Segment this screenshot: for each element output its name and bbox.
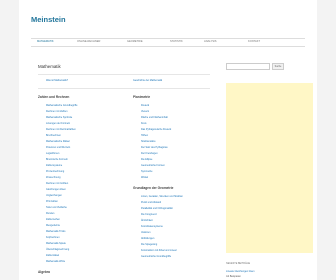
list-item[interactable]: Rechnen mit Dezimalzahlen: [46, 128, 76, 131]
list-item[interactable]: Kopfrechnen: [46, 236, 60, 239]
list-item[interactable]: Mathematische Grundbegriffe: [46, 104, 77, 107]
title-divider: [38, 74, 210, 75]
list-item[interactable]: Die Ellipse: [141, 158, 152, 161]
list-item[interactable]: Binomische Formeln: [46, 158, 68, 161]
list-item[interactable]: Linien, Geraden, Strecken und Strahlen: [141, 195, 183, 198]
list-item[interactable]: Mathematik-Spiele: [46, 242, 66, 245]
nav-item-analysis[interactable]: ANALYSIS: [204, 40, 217, 43]
list-item[interactable]: Geometrische Grundbegriffe: [141, 255, 171, 258]
sidebar-recent-title: NEUESTE BEITRÄGE: [226, 262, 251, 265]
list-item[interactable]: Konstruktion mit Zirkel und Lineal: [141, 249, 176, 252]
list-item[interactable]: Potenzen und Wurzeln: [46, 146, 70, 149]
list-item[interactable]: Parallelität und Orthogonalität: [141, 207, 173, 210]
nav-item-online-rechner[interactable]: ONLINE-RECHNER: [77, 40, 100, 43]
list-item[interactable]: Symmetrie: [141, 170, 152, 173]
list-item[interactable]: Runden: [46, 212, 54, 215]
list-item[interactable]: Rechnen mit Größen: [46, 182, 68, 185]
list-item[interactable]: Ähnlichkeit: [141, 219, 153, 222]
list-item[interactable]: Punkt und Abstand: [141, 201, 161, 204]
ad-banner[interactable]: [226, 83, 313, 253]
list-item[interactable]: Strahlensätze: [141, 140, 156, 143]
list-item[interactable]: Dreieck: [141, 104, 149, 107]
nav-item-kontakt[interactable]: KONTAKT: [248, 40, 260, 43]
list-item[interactable]: Lösungen der Formeln: [46, 122, 70, 125]
list-item[interactable]: Abbildungen: [141, 237, 154, 240]
page-title: Mathematik: [38, 64, 61, 69]
list-item[interactable]: Überschlagsrechnung: [46, 248, 69, 251]
heading-algebra: Algebra: [38, 270, 50, 274]
search-input[interactable]: [226, 63, 270, 70]
page: Meinstein MATHEMATIK ONLINE-RECHNER GEOM…: [19, 0, 317, 280]
list-item[interactable]: Primzahlen: [46, 200, 58, 203]
nav-item-geometrie[interactable]: GEOMETRIE: [127, 40, 143, 43]
nav-item-statistik[interactable]: STATISTIK: [170, 40, 183, 43]
sidebar-recent-text: mit Beispielen: [226, 275, 241, 278]
list-item[interactable]: Viereck: [141, 110, 149, 113]
list-item[interactable]: Zinsrechnung: [46, 176, 61, 179]
list-item[interactable]: Höhen: [141, 134, 148, 137]
list-item[interactable]: Die Spiegelung: [141, 243, 157, 246]
list-item[interactable]: Der Satz des Pythagoras: [141, 146, 168, 149]
list-item[interactable]: Winkel: [141, 176, 148, 179]
list-item[interactable]: Mathematik-Tricks: [46, 230, 65, 233]
list-item[interactable]: Mathematik-Witze: [46, 260, 65, 263]
list-item[interactable]: Zahlenreihen: [46, 218, 60, 221]
heading-zahlen-und-rechnen: Zahlen und Rechnen: [38, 95, 70, 99]
list-item[interactable]: Mengenlehre: [46, 224, 60, 227]
main-nav: MATHEMATIK ONLINE-RECHNER GEOMETRIE STAT…: [31, 38, 305, 47]
list-item[interactable]: Mathematische Symbole: [46, 116, 72, 119]
list-item[interactable]: Fläche und Flächeninhalt: [141, 116, 168, 119]
link-was-ist-mathematik[interactable]: Was ist Mathematik?: [46, 79, 68, 82]
list-item[interactable]: Koordinatensysteme: [141, 225, 163, 228]
list-item[interactable]: Die Kongruenz: [141, 213, 157, 216]
list-item[interactable]: Das Pythagoreische Dreieck: [141, 128, 171, 131]
sidebar-recent-link[interactable]: Lineare Gleichungen lösen: [226, 270, 254, 273]
list-item[interactable]: Prozentrechnung: [46, 170, 64, 173]
link-geschichte-der-mathematik[interactable]: Geschichte der Mathematik: [133, 79, 162, 82]
site-title[interactable]: Meinstein: [31, 15, 66, 24]
heading-grundlagen-der-geometrie: Grundlagen der Geometrie: [133, 186, 174, 190]
list-item[interactable]: Rechnen mit Zahlen: [46, 110, 67, 113]
list-item[interactable]: Gleichungen lösen: [46, 188, 66, 191]
list-item[interactable]: Mathematische Rätsel: [46, 140, 70, 143]
search-button[interactable]: Suche: [272, 63, 284, 70]
list-item[interactable]: Bruchrechnen: [46, 134, 61, 137]
list-item[interactable]: Kreis: [141, 122, 146, 125]
list-item[interactable]: Zahlensysteme: [46, 164, 62, 167]
list-item[interactable]: Der Kreisbogen: [141, 152, 158, 155]
list-item[interactable]: Zahlenrätsel: [46, 254, 59, 257]
list-item[interactable]: Vektoren: [141, 231, 150, 234]
list-item[interactable]: Geometrische Formen: [141, 164, 165, 167]
list-item[interactable]: Teiler und Vielfache: [46, 206, 67, 209]
list-item[interactable]: Logarithmen: [46, 152, 59, 155]
heading-planimetrie: Planimetrie: [133, 95, 151, 99]
nav-item-mathematik[interactable]: MATHEMATIK: [37, 40, 54, 43]
section-divider: [38, 88, 210, 89]
list-item[interactable]: Ungleichungen: [46, 194, 62, 197]
